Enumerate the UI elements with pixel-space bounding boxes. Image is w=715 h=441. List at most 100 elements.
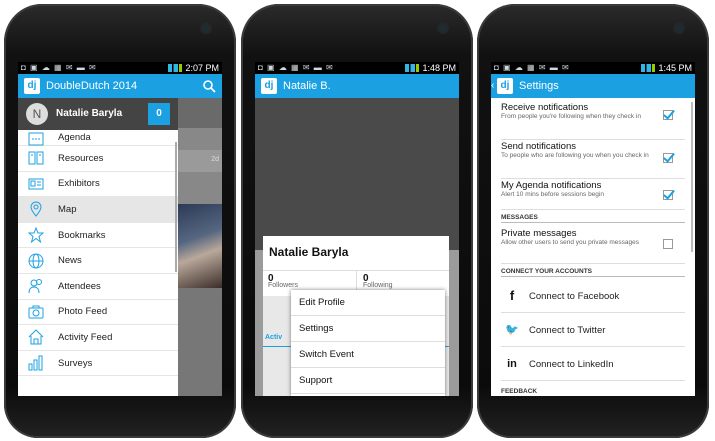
setting-title: Private messages (501, 228, 577, 239)
menu-item-map[interactable]: Map (18, 197, 178, 223)
feed-photo (178, 204, 222, 288)
checkbox-send-notifications[interactable] (663, 153, 673, 163)
notification-icons: ◘ ▣ ☁ ▦ ✉ ▬ ✉ (21, 63, 97, 72)
menu-item-news[interactable]: News (18, 248, 178, 274)
camera-lens (202, 24, 210, 32)
following-label: Following (363, 282, 393, 289)
menu-item-surveys[interactable]: Surveys (18, 351, 178, 377)
profile-cover (255, 98, 459, 250)
header-title: Settings (519, 80, 559, 92)
settings-list: Receive notifications From people you're… (491, 98, 695, 396)
menu-item-label: Exhibitors (58, 178, 100, 190)
user-name: Natalie Baryla (56, 108, 123, 119)
connect-label: Connect to Facebook (529, 291, 620, 302)
setting-send-notifications[interactable]: Send notifications To people who are fol… (501, 141, 685, 179)
setting-title: My Agenda notifications (501, 180, 602, 191)
menu-settings[interactable]: Settings (291, 316, 445, 342)
section-feedback-header: FEEDBACK (501, 388, 685, 396)
app-logo-icon[interactable]: dj (497, 78, 513, 94)
menu-item-label: Surveys (58, 357, 93, 369)
checkbox-private-messages[interactable] (663, 239, 673, 249)
menu-support[interactable]: Support (291, 368, 445, 394)
status-bar: ◘ ▣ ☁ ▦ ✉ ▬ ✉ 1:45 PM (491, 62, 695, 74)
linkedin-icon: in (507, 358, 517, 370)
menu-item-label: News (58, 255, 82, 267)
followers-label: Followers (268, 282, 298, 289)
camera-lens (439, 24, 447, 32)
menu-item-resources[interactable]: Resources (18, 146, 178, 172)
settings-scrollbar[interactable] (691, 102, 693, 252)
feed-time: 2d (211, 156, 219, 163)
setting-receive-notifications[interactable]: Receive notifications From people you're… (501, 102, 685, 140)
connect-linkedin-row[interactable]: in Connect to LinkedIn (501, 348, 685, 381)
setting-private-messages[interactable]: Private messages Allow other users to se… (501, 228, 685, 264)
action-bar: dj Natalie B. (255, 74, 459, 98)
star-icon (28, 227, 44, 244)
status-bar: ◘ ▣ ☁ ▦ ✉ ▬ ✉ 2:07 PM (18, 62, 222, 74)
menu-item-label: Agenda (58, 132, 91, 143)
checkbox-agenda-notifications[interactable] (663, 190, 673, 200)
background-feed: 2d (178, 98, 222, 396)
checkbox-receive-notifications[interactable] (663, 110, 673, 120)
setting-subtitle: Allow other users to send you private me… (501, 239, 640, 246)
connect-facebook-row[interactable]: f Connect to Facebook (501, 280, 685, 313)
setting-title: Receive notifications (501, 102, 589, 113)
action-bar: dj DoubleDutch 2014 (18, 74, 222, 98)
id-card-icon (28, 178, 44, 190)
screen-settings: ◘ ▣ ☁ ▦ ✉ ▬ ✉ 1:45 PM ‹ dj Settings Rece… (491, 62, 695, 396)
following-stat[interactable]: 0 Following (363, 273, 393, 289)
status-right: 1:45 PM (641, 62, 692, 74)
drawer-scrollbar[interactable] (175, 142, 177, 272)
camera-lens (675, 24, 683, 32)
connect-label: Connect to LinkedIn (529, 359, 614, 370)
notification-icons: ◘ ▣ ☁ ▦ ✉ ▬ ✉ (258, 63, 334, 72)
setting-subtitle: To people who are following you when you… (501, 152, 649, 159)
profile-name: Natalie Baryla (269, 245, 349, 259)
action-bar: ‹ dj Settings (491, 74, 695, 98)
menu-item-label: Attendees (58, 280, 101, 292)
menu-item-label: Bookmarks (58, 229, 106, 241)
status-time: 1:45 PM (658, 63, 692, 73)
book-icon (28, 151, 44, 165)
section-accounts-header: CONNECT YOUR ACCOUNTS (501, 268, 685, 277)
status-time: 1:48 PM (422, 63, 456, 73)
menu-item-exhibitors[interactable]: Exhibitors (18, 172, 178, 198)
overflow-menu: Edit Profile Settings Switch Event Suppo… (291, 290, 445, 396)
phone-frame-1: ◘ ▣ ☁ ▦ ✉ ▬ ✉ 2:07 PM dj DoubleDutch 201… (4, 4, 236, 438)
status-right: 2:07 PM (168, 62, 219, 74)
status-time: 2:07 PM (185, 63, 219, 73)
setting-agenda-notifications[interactable]: My Agenda notifications Alert 10 mins be… (501, 180, 685, 210)
setting-title: Send notifications (501, 141, 576, 152)
profile-name-card: Natalie Baryla (263, 236, 449, 270)
back-caret-icon[interactable]: ‹ (491, 80, 495, 92)
menu-item-label: Map (58, 203, 77, 215)
people-icon (28, 279, 42, 294)
screen-drawer: ◘ ▣ ☁ ▦ ✉ ▬ ✉ 2:07 PM dj DoubleDutch 201… (18, 62, 222, 396)
app-logo-icon[interactable]: dj (24, 78, 40, 94)
drawer-profile-header[interactable]: N Natalie Baryla 0 (18, 98, 178, 130)
menu-item-agenda[interactable]: Agenda (18, 130, 178, 146)
app-logo-icon[interactable]: dj (261, 78, 277, 94)
map-pin-icon (30, 202, 42, 218)
bar-chart-icon (28, 355, 43, 371)
menu-item-photo-feed[interactable]: Photo Feed (18, 300, 178, 326)
menu-edit-profile[interactable]: Edit Profile (291, 290, 445, 316)
followers-stat[interactable]: 0 Followers (268, 273, 298, 289)
menu-item-bookmarks[interactable]: Bookmarks (18, 223, 178, 249)
globe-icon (28, 253, 44, 269)
phone-frame-3: ◘ ▣ ☁ ▦ ✉ ▬ ✉ 1:45 PM ‹ dj Settings Rece… (477, 4, 709, 438)
search-icon[interactable] (202, 79, 216, 93)
notification-count-badge[interactable]: 0 (148, 103, 170, 125)
activity-tab[interactable]: Activ (265, 334, 282, 341)
menu-switch-event[interactable]: Switch Event (291, 342, 445, 368)
facebook-icon: f (509, 288, 515, 303)
menu-item-label: Resources (58, 152, 104, 164)
menu-item-activity-feed[interactable]: Activity Feed (18, 325, 178, 351)
screen-profile: ◘ ▣ ☁ ▦ ✉ ▬ ✉ 1:48 PM dj Natalie B. Nata… (255, 62, 459, 396)
connect-twitter-row[interactable]: 🐦 Connect to Twitter (501, 314, 685, 347)
menu-item-attendees[interactable]: Attendees (18, 274, 178, 300)
agenda-icon (28, 132, 44, 145)
home-icon (28, 329, 44, 345)
menu-item-label: Activity Feed (58, 331, 113, 343)
header-title: Natalie B. (283, 80, 331, 92)
